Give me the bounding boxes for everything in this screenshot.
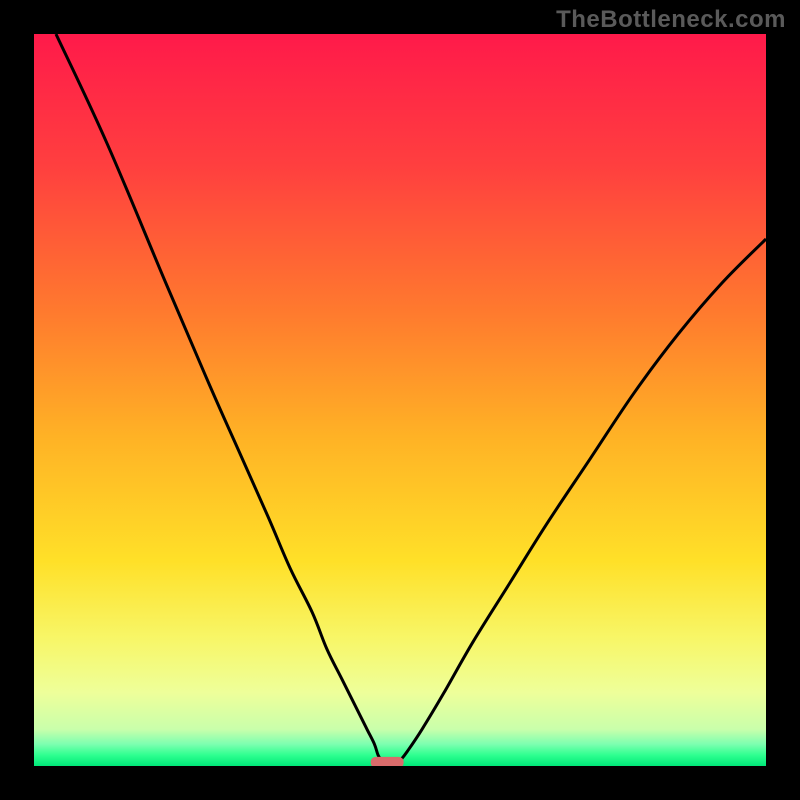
bottleneck-chart [34,34,766,766]
watermark-text: TheBottleneck.com [556,6,786,34]
chart-frame: TheBottleneck.com [0,0,800,800]
minimum-marker [371,757,404,766]
gradient-background [34,34,766,766]
